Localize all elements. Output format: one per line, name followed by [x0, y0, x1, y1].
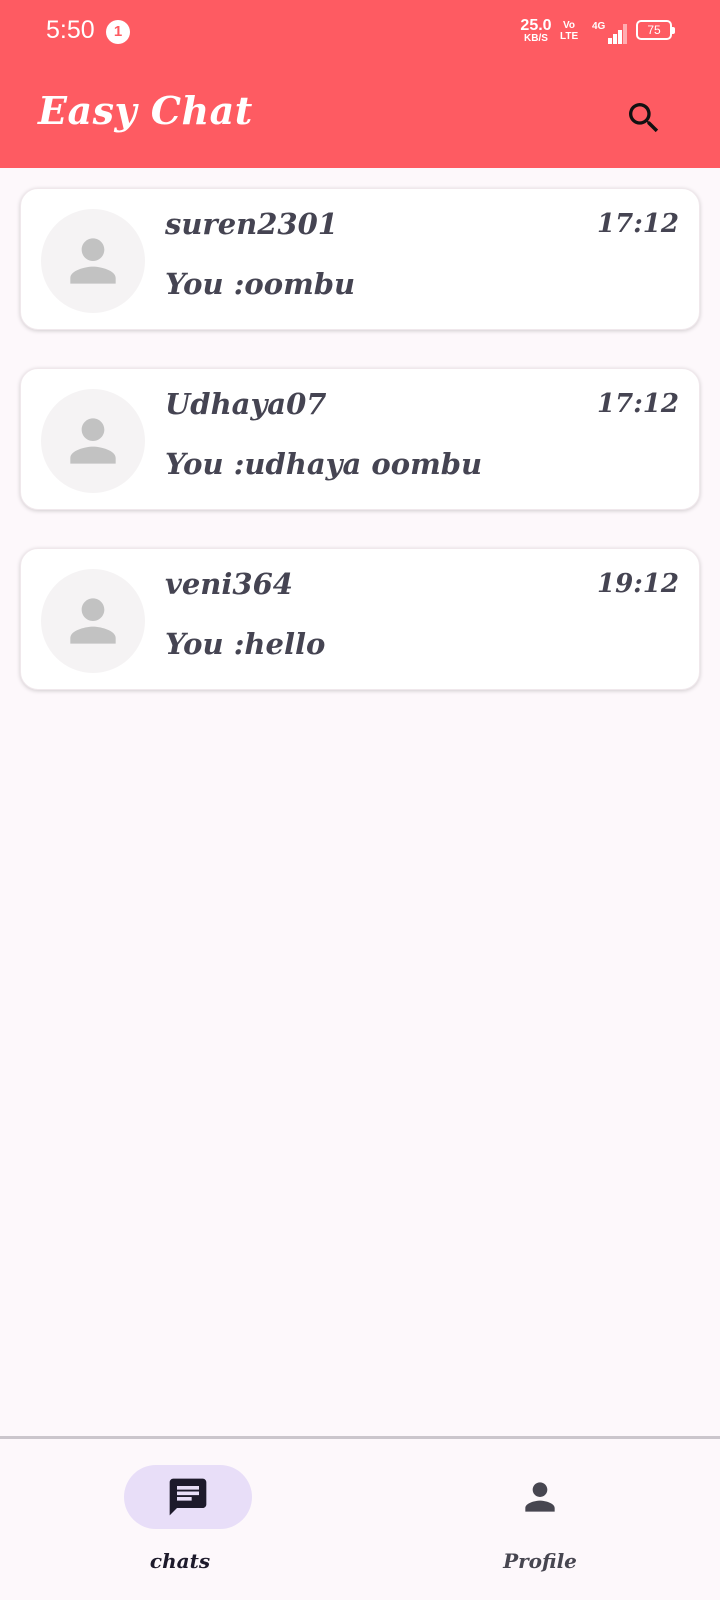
volte-line1: Vo	[562, 20, 576, 31]
nav-selected-indicator	[124, 1465, 252, 1529]
search-button[interactable]	[618, 92, 670, 144]
nav-item-profile[interactable]: Profile	[360, 1439, 720, 1600]
chat-row[interactable]: veni364 19:12 You :hello	[20, 548, 700, 690]
app-bar: Easy Chat	[0, 64, 720, 168]
nav-label-profile: Profile	[503, 1549, 577, 1573]
chat-list-screen: 5:50 1 25.0 KB/S Vo LTE 4G 75 Easy Chat	[0, 0, 720, 1600]
avatar	[41, 569, 145, 673]
chat-name: Udhaya07	[165, 387, 327, 421]
person-icon	[525, 1482, 555, 1512]
chat-name: veni364	[165, 567, 293, 601]
nav-item-chats[interactable]: chats	[0, 1439, 360, 1600]
search-icon	[629, 103, 659, 133]
chat-name: suren2301	[165, 207, 338, 241]
signal-icon: 4G	[590, 18, 627, 44]
person-icon	[70, 598, 116, 644]
avatar	[41, 209, 145, 313]
volte-line2: LTE	[560, 31, 579, 42]
status-time: 5:50	[46, 16, 95, 44]
chat-time: 17:12	[597, 209, 679, 239]
nav-icon-container	[476, 1465, 604, 1529]
avatar	[41, 389, 145, 493]
chat-preview: You :udhaya oombu	[165, 447, 483, 481]
chat-time: 19:12	[597, 569, 679, 599]
bottom-navigation: chats Profile	[0, 1436, 720, 1600]
nav-label-chats: chats	[149, 1549, 211, 1573]
network-speed-unit: KB/S	[524, 33, 548, 44]
app-title: Easy Chat	[38, 88, 253, 133]
volte-indicator: Vo LTE	[560, 20, 578, 42]
chat-time: 17:12	[597, 389, 679, 419]
chat-icon	[169, 1478, 207, 1516]
network-type: 4G	[592, 21, 606, 32]
chat-preview: You :oombu	[165, 267, 356, 301]
chat-preview: You :hello	[165, 627, 326, 661]
chat-row[interactable]: suren2301 17:12 You :oombu	[20, 188, 700, 330]
battery-level: 75	[647, 23, 661, 37]
notification-badge: 1	[106, 20, 130, 44]
network-speed-value: 25.0	[520, 17, 552, 34]
status-bar: 5:50 1 25.0 KB/S Vo LTE 4G 75	[0, 0, 720, 64]
network-speed: 25.0 KB/S	[516, 18, 556, 44]
person-icon	[70, 238, 116, 284]
battery-icon: 75	[636, 20, 675, 40]
person-icon	[70, 418, 116, 464]
chat-row[interactable]: Udhaya07 17:12 You :udhaya oombu	[20, 368, 700, 510]
